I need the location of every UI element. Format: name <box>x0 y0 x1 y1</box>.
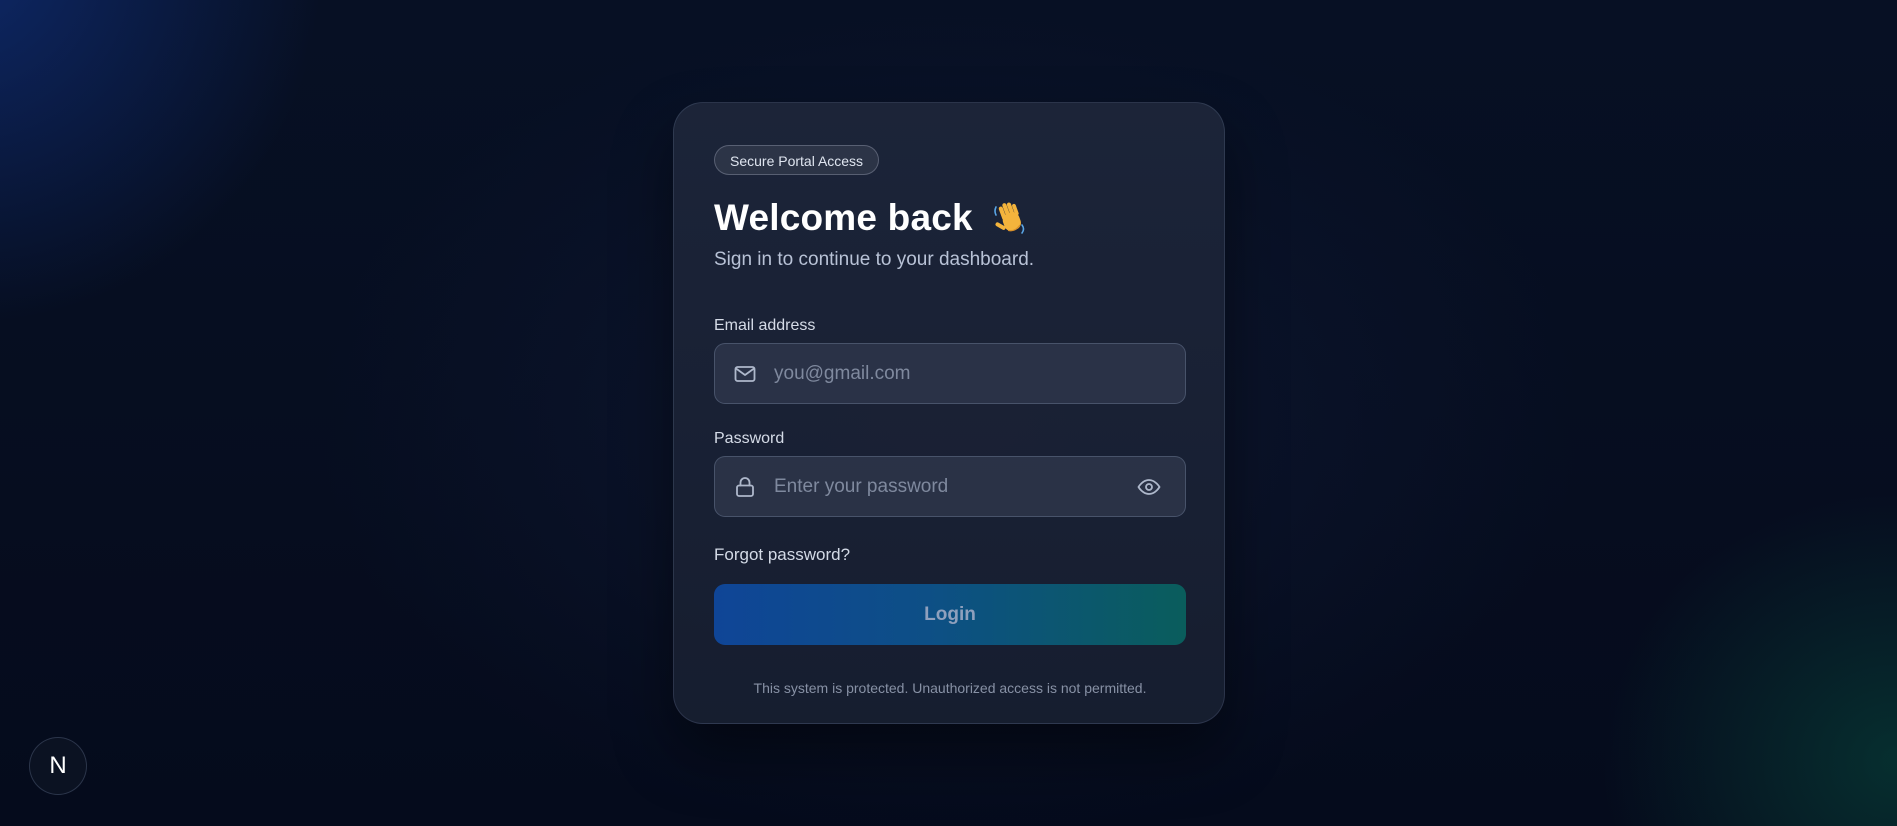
password-label: Password <box>714 430 785 447</box>
nextjs-logo-icon: N <box>49 752 67 779</box>
email-input[interactable] <box>774 344 1134 403</box>
security-notice: This system is protected. Unauthorized a… <box>753 680 1147 696</box>
page-title: Welcome back <box>714 197 973 238</box>
page-subtitle: Sign in to continue to your dashboard. <box>714 249 1035 270</box>
login-card: Secure Portal Access Welcome back Sign i… <box>673 102 1225 724</box>
email-field-wrapper[interactable] <box>714 343 1186 404</box>
password-field-wrapper[interactable] <box>714 456 1186 517</box>
lock-icon <box>733 475 757 499</box>
secure-portal-badge: Secure Portal Access <box>714 145 880 175</box>
password-input[interactable] <box>774 457 1134 516</box>
forgot-password-link[interactable]: Forgot password? <box>714 545 850 565</box>
email-label: Email address <box>714 317 816 334</box>
nextjs-dev-badge[interactable]: N <box>29 737 87 795</box>
mail-icon <box>733 362 757 386</box>
title-row: Welcome back <box>714 195 1184 241</box>
login-button[interactable]: Login <box>714 584 1186 645</box>
waving-hand-icon <box>991 199 1029 237</box>
eye-icon[interactable] <box>1135 473 1163 501</box>
